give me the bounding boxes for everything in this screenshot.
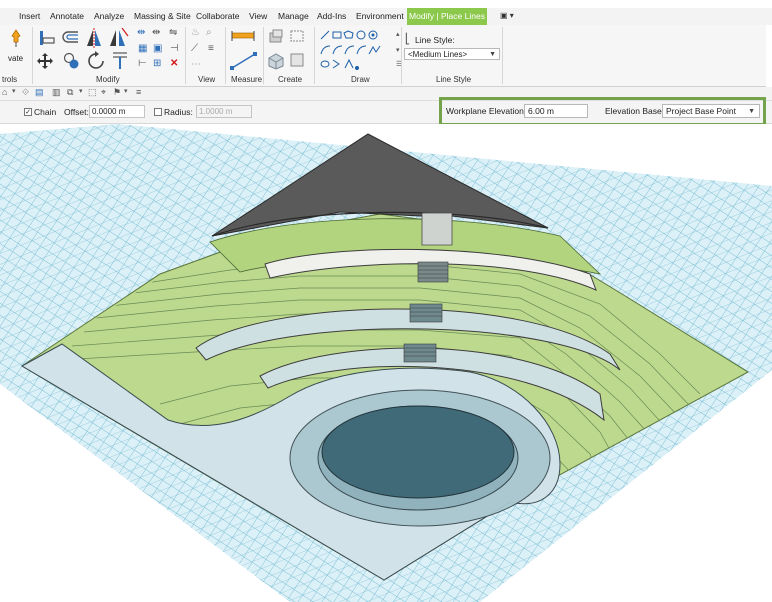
split-gap-icon[interactable]: ⇹: [152, 27, 160, 39]
home-icon[interactable]: ⌂: [2, 87, 7, 97]
middle-stairs: [409, 303, 443, 323]
scale-icon[interactable]: ▣: [153, 43, 162, 55]
draw-scroll-down-icon[interactable]: ▾: [396, 45, 400, 57]
type-properties-icon[interactable]: ▥: [52, 87, 61, 98]
thin-lines-icon[interactable]: ⋯: [191, 59, 201, 71]
panel-title-measure: Measure: [231, 75, 263, 84]
section-box-icon[interactable]: ⬚: [88, 87, 97, 98]
radius-checkbox[interactable]: [154, 108, 162, 116]
chain-label: Chain: [34, 107, 57, 117]
pin-icon[interactable]: ⊣: [170, 43, 179, 55]
create-assembly-icon[interactable]: [268, 28, 284, 49]
panel-divider: [263, 27, 264, 84]
visibility-dropdown-icon[interactable]: ▾: [124, 87, 128, 95]
elevation-base-value: Project Base Point: [666, 106, 736, 116]
hide-icon[interactable]: ♨: [191, 27, 200, 39]
site-model-canvas[interactable]: [0, 124, 772, 602]
panel-title-create: Create: [278, 75, 303, 84]
delete-icon[interactable]: ✕: [170, 58, 178, 70]
draw-tools-icon[interactable]: [318, 28, 400, 77]
workplane-elevation-input[interactable]: 6.00 m: [524, 104, 588, 118]
offset-icon[interactable]: [60, 29, 82, 52]
panel-divider: [32, 27, 33, 84]
upper-stairs: [417, 261, 449, 283]
view-cube-icon[interactable]: ⧉: [67, 87, 73, 98]
panel-divider: [502, 27, 503, 84]
measure-between-icon[interactable]: [231, 29, 257, 48]
select-links-icon[interactable]: ⟐: [22, 87, 29, 98]
center-walkway: [421, 212, 453, 246]
tab-annotate[interactable]: Annotate: [48, 8, 86, 25]
line-style-icon: ⎣: [405, 34, 410, 45]
panel-title-line-style: Line Style: [436, 75, 472, 84]
unpin-icon[interactable]: ⇋: [169, 27, 177, 39]
temporary-hide-icon[interactable]: ≡: [208, 43, 214, 55]
trim-extend-icon[interactable]: [111, 50, 129, 75]
offset-input[interactable]: 0.0000 m: [89, 105, 145, 118]
line-style-label: Line Style:: [415, 35, 455, 45]
tab-add-ins[interactable]: Add-Ins: [315, 8, 348, 25]
activate-label[interactable]: vate: [8, 53, 23, 65]
qat-customize-icon[interactable]: ≡: [136, 87, 141, 97]
elevation-base-label: Elevation Base: [605, 106, 662, 116]
aligned-dimension-icon[interactable]: [229, 50, 259, 77]
properties-icon[interactable]: ▤: [35, 87, 44, 98]
split-element-icon[interactable]: ⇹: [137, 27, 145, 39]
tab-modify-place-lines[interactable]: Modify | Place Lines: [407, 8, 487, 25]
visibility-icon[interactable]: ⚑: [113, 87, 121, 98]
tab-massing-site[interactable]: Massing & Site: [132, 8, 193, 25]
panel-divider: [225, 27, 226, 84]
radius-label: Radius:: [164, 107, 193, 117]
home-dropdown-icon[interactable]: ▾: [12, 87, 16, 95]
workplane-elevation-label: Workplane Elevation: [446, 106, 524, 116]
array-icon[interactable]: ▦: [138, 43, 147, 55]
move-icon[interactable]: [36, 52, 54, 75]
trim-multiple-icon[interactable]: ⊞: [153, 58, 161, 70]
create-parts-icon[interactable]: [289, 28, 305, 49]
view-dropdown-icon[interactable]: ▾: [79, 87, 83, 95]
align-icon[interactable]: [38, 29, 56, 52]
tab-manage[interactable]: Manage: [276, 8, 311, 25]
tab-overflow-icon[interactable]: ▣ ▾: [500, 11, 514, 20]
ribbon: vate trols ⇹ ⇹ ⇋ ▦ ▣ ⊣ ⊢ ⊞ ✕ Modify ♨ ⌕ …: [0, 25, 766, 87]
panel-title-view: View: [198, 75, 216, 84]
tab-collaborate[interactable]: Collaborate: [194, 8, 241, 25]
panel-title-draw: Draw: [351, 75, 370, 84]
rotate-icon[interactable]: [86, 50, 108, 77]
line-style-select[interactable]: <Medium Lines> ▼: [404, 48, 500, 60]
lower-stairs: [403, 343, 437, 363]
create-group-icon[interactable]: [266, 52, 286, 75]
revit-window: Insert Annotate Analyze Massing & Site C…: [0, 0, 772, 602]
panel-title-controls: trols: [2, 75, 18, 84]
3d-viewport[interactable]: [0, 124, 772, 602]
tab-view[interactable]: View: [247, 8, 269, 25]
panel-divider: [314, 27, 315, 84]
override-graphics-icon[interactable]: ⌕: [206, 27, 212, 39]
tab-environment[interactable]: Environment: [354, 8, 406, 25]
panel-title-modify: Modify: [96, 75, 120, 84]
activate-pin-icon[interactable]: [6, 28, 26, 48]
chevron-down-icon: ▼: [489, 51, 496, 58]
tab-insert[interactable]: Insert: [17, 8, 42, 25]
ribbon-tab-bar: Insert Annotate Analyze Massing & Site C…: [0, 8, 772, 25]
tab-analyze[interactable]: Analyze: [92, 8, 126, 25]
offset-label: Offset:: [64, 107, 89, 117]
elevation-base-select[interactable]: Project Base Point ▼: [662, 104, 760, 118]
panel-divider: [185, 27, 186, 84]
radius-input[interactable]: 1.0000 m: [196, 105, 252, 118]
draw-scroll-up-icon[interactable]: ▴: [396, 29, 400, 41]
chevron-down-icon: ▼: [748, 108, 755, 115]
copy-icon[interactable]: [62, 51, 82, 76]
linework-icon[interactable]: ⟋: [191, 43, 198, 55]
panel-divider: [401, 27, 402, 84]
chain-checkbox[interactable]: ✓: [24, 108, 32, 116]
pond-water: [321, 405, 515, 499]
trim-single-icon[interactable]: ⊢: [138, 58, 147, 70]
navigation-icon[interactable]: ⌖: [101, 87, 106, 98]
create-similar-icon[interactable]: [289, 52, 305, 73]
line-style-value: <Medium Lines>: [408, 50, 468, 59]
